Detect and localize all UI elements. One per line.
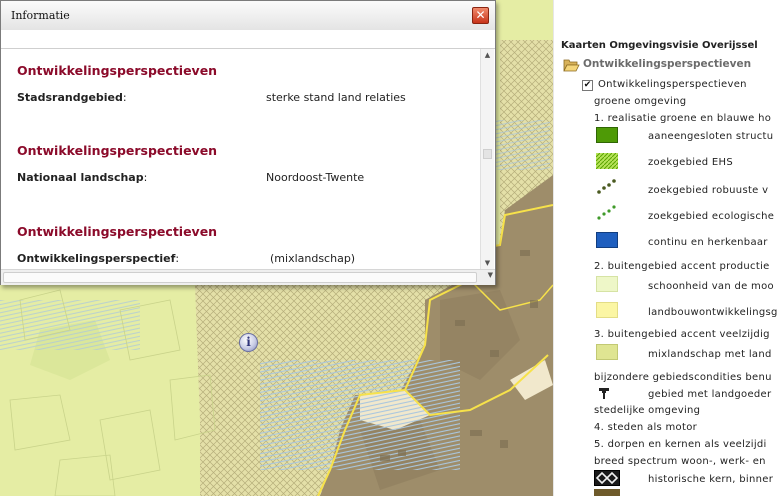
attribute-value: sterke stand land relaties <box>266 91 406 104</box>
info-marker-icon[interactable]: i <box>239 333 258 352</box>
legend-group-label: 2. buitengebied accent productie <box>594 261 770 272</box>
legend-swatch <box>596 302 618 318</box>
historic-core-icon <box>594 470 620 486</box>
legend-group-label: 3. buitengebied accent veelzijdig <box>594 329 770 340</box>
scroll-down-icon[interactable]: ▼ <box>481 257 494 269</box>
info-window-content[interactable]: Ontwikkelingsperspectieven Stadsrandgebi… <box>1 49 481 269</box>
legend-swatch <box>596 153 618 169</box>
horizontal-scrollbar[interactable]: ▼ <box>1 269 495 285</box>
legend-group-label: 5. dorpen en kernen als veelzijdi <box>594 439 767 450</box>
legend-item-label: zoekgebied ecologische <box>648 211 775 222</box>
legend-item-label: gebied met landgoeder <box>648 389 772 400</box>
attribute-value: Noordoost-Twente <box>266 171 365 184</box>
scroll-thumb[interactable] <box>483 149 492 159</box>
scroll-down-icon[interactable]: ▼ <box>488 271 493 279</box>
attribute-label: Stadsrandgebied: <box>17 91 127 104</box>
section-heading: Ontwikkelingsperspectieven <box>17 224 218 239</box>
scroll-up-icon[interactable]: ▲ <box>481 49 494 61</box>
estate-icon <box>599 388 609 399</box>
info-window-titlebar[interactable]: Informatie ✕ <box>1 1 495 31</box>
info-window-title: Informatie <box>11 9 70 22</box>
legend-swatch <box>594 489 620 496</box>
legend-group-label: groene omgeving <box>594 96 687 107</box>
legend-title: Kaarten Omgevingsvisie Overijssel <box>561 40 758 51</box>
legend-group-label: 4. steden als motor <box>594 422 698 433</box>
info-window[interactable]: Informatie ✕ Ontwikkelingsperspectieven … <box>0 0 496 285</box>
section-heading: Ontwikkelingsperspectieven <box>17 63 218 78</box>
legend-item-label: zoekgebied EHS <box>648 157 734 168</box>
legend-group-label: bijzondere gebiedscondities benu <box>594 372 772 383</box>
scroll-thumb[interactable] <box>3 272 477 283</box>
legend-swatch <box>596 127 618 143</box>
legend-item-label: historische kern, binner <box>648 474 774 485</box>
legend-item-label: continu en herkenbaar <box>648 237 768 248</box>
legend-swatch <box>596 344 618 360</box>
open-folder-icon[interactable] <box>563 57 580 73</box>
legend-swatch <box>596 276 618 292</box>
close-button[interactable]: ✕ <box>472 7 489 24</box>
legend-group-label: 1. realisatie groene en blauwe ho <box>594 113 772 124</box>
legend-item-label: zoekgebied robuuste v <box>648 185 769 196</box>
legend-item-label: mixlandschap met land <box>648 349 772 360</box>
layer-checkbox[interactable]: ✔ <box>582 80 593 91</box>
legend-item-label: aaneengesloten structu <box>648 131 774 142</box>
attribute-value: (mixlandschap) <box>270 252 356 265</box>
legend-swatch <box>596 232 618 248</box>
layer-checkbox-label[interactable]: Ontwikkelingsperspectieven <box>598 79 747 90</box>
section-heading: Ontwikkelingsperspectieven <box>17 143 218 158</box>
attribute-label: Nationaal landschap: <box>17 171 148 184</box>
vertical-scrollbar[interactable]: ▲ ▼ <box>480 49 494 269</box>
legend-swatch <box>597 205 616 220</box>
legend-item-label: schoonheid van de moo <box>648 281 774 292</box>
legend-panel: Kaarten Omgevingsvisie Overijssel Ontwik… <box>553 0 778 496</box>
legend-folder-label[interactable]: Ontwikkelingsperspectieven <box>583 58 751 70</box>
info-window-toolbar <box>1 30 495 49</box>
legend-group-label: breed spectrum woon-, werk- en <box>594 456 766 467</box>
legend-swatch <box>597 179 616 194</box>
legend-group-label: stedelijke omgeving <box>594 405 701 416</box>
attribute-label: Ontwikkelingsperspectief: <box>17 252 180 265</box>
legend-item-label: landbouwontwikkelingsg <box>648 307 778 318</box>
